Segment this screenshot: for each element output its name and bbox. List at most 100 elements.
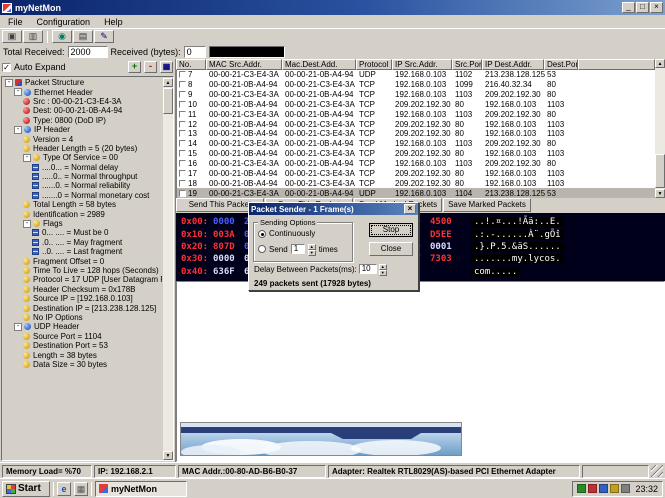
packet-mark-checkbox[interactable] (179, 111, 186, 118)
packet-row[interactable]: 1800-00-21-0B-A4-9400-00-21-C3-E4-3ATCP2… (177, 178, 655, 188)
scroll-up-icon[interactable]: ▲ (163, 78, 173, 87)
tree-item[interactable]: Source IP = [192.168.0.103] (4, 294, 162, 303)
collapse-expander-icon[interactable]: - (5, 79, 13, 87)
tree-item[interactable]: Src : 00-00-21-C3-E4-3A (4, 97, 162, 106)
packet-row[interactable]: 800-00-21-0B-A4-9400-00-21-C3-E4-3ATCP19… (177, 80, 655, 90)
packet-row[interactable]: 1700-00-21-0B-A4-9400-00-21-C3-E4-3ATCP2… (177, 168, 655, 178)
tree-item[interactable]: Dest: 00-00-21-0B-A4-94 (4, 106, 162, 115)
tree-item[interactable]: Destination Port = 53 (4, 341, 162, 350)
column-header-protocol[interactable]: Protocol (356, 59, 392, 70)
tray-icon-0[interactable] (577, 484, 586, 493)
packet-row[interactable]: 1100-00-21-C3-E4-3A00-00-21-0B-A4-94TCP1… (177, 109, 655, 119)
packet-mark-checkbox[interactable] (179, 81, 186, 88)
tree-item[interactable]: Header Length = 5 (20 bytes) (4, 144, 162, 153)
packet-mark-checkbox[interactable] (179, 71, 186, 78)
table-scroll-thumb[interactable] (655, 154, 665, 188)
scroll-down-icon[interactable]: ▼ (163, 451, 173, 460)
packet-row[interactable]: 1400-00-21-C3-E4-3A00-00-21-0B-A4-94TCP1… (177, 139, 655, 149)
tree-item[interactable]: Protocol = 17 UDP [User Datagram Protoco… (4, 275, 162, 284)
task-button-mynetmon[interactable]: myNetMon (95, 481, 187, 497)
packet-row[interactable]: 1300-00-21-0B-A4-9400-00-21-C3-E4-3ATCP2… (177, 129, 655, 139)
maximize-button[interactable]: □ (636, 2, 649, 13)
collapse-all-button[interactable]: - (144, 61, 157, 73)
column-header-src-port[interactable]: Src.Port (452, 59, 482, 70)
tree-item[interactable]: Destination IP = [213.238.128.125] (4, 303, 162, 312)
print-button[interactable]: ▤ (73, 30, 93, 43)
packet-row[interactable]: 700-00-21-C3-E4-3A00-00-21-0B-A4-94UDP19… (177, 70, 655, 80)
dialog-close-button[interactable]: Close (369, 242, 413, 256)
column-header-ip-dest-addr-[interactable]: IP Dest.Addr. (482, 59, 544, 70)
collapse-expander-icon[interactable]: - (14, 88, 22, 96)
packet-mark-checkbox[interactable] (179, 190, 186, 197)
minimize-button[interactable]: _ (622, 2, 635, 13)
send-times-radio[interactable] (258, 245, 266, 253)
collapse-expander-icon[interactable]: - (14, 323, 22, 331)
table-scrollbar[interactable]: ▲ ▼ (655, 59, 665, 198)
stop-button[interactable]: Stop (369, 223, 413, 237)
start-button[interactable]: Start (2, 481, 50, 497)
delay-spinner[interactable]: ▲▼ (379, 264, 387, 274)
collapse-expander-icon[interactable]: - (14, 126, 22, 134)
column-header-mac-src-addr-[interactable]: MAC Src.Addr. (206, 59, 282, 70)
tray-icon-4[interactable] (621, 484, 630, 493)
table-scroll-up-icon[interactable]: ▲ (655, 59, 665, 68)
grid-view-button[interactable]: ▦ (160, 61, 173, 73)
packet-mark-checkbox[interactable] (179, 121, 186, 128)
tree-item[interactable]: Fragment Offset = 0 (4, 256, 162, 265)
tree-item[interactable]: -Flags (4, 219, 162, 228)
packet-mark-checkbox[interactable] (179, 170, 186, 177)
quick-launch-browser-icon[interactable]: e (57, 482, 71, 496)
tree-item[interactable]: Time To Live = 128 hops (Seconds) (4, 266, 162, 275)
tree-item[interactable]: Version = 4 (4, 134, 162, 143)
send-times-spinner[interactable]: ▲▼ (308, 244, 316, 254)
column-header-dest-port[interactable]: Dest.Port (544, 59, 578, 70)
tree-item[interactable]: .......0 = Normal monetary cost (4, 191, 162, 200)
tree-item[interactable]: ......0. = Normal reliability (4, 181, 162, 190)
packet-detail-button[interactable]: ▥ (23, 30, 43, 43)
tree-scrollbar[interactable]: ▲ ▼ (163, 78, 173, 460)
column-header-no-[interactable]: No. (176, 59, 206, 70)
packet-row[interactable]: 1600-00-21-C3-E4-3A00-00-21-0B-A4-94TCP1… (177, 159, 655, 169)
tray-icon-3[interactable] (610, 484, 619, 493)
delay-input[interactable]: 10 (359, 264, 377, 274)
save-marked-packets-button[interactable]: Save Marked Packets (443, 198, 531, 212)
send-times-input[interactable]: 1 (291, 244, 305, 254)
tree-item[interactable]: -Packet Structure (4, 78, 162, 87)
tree-item[interactable]: -IP Header (4, 125, 162, 134)
tree-item[interactable]: Source Port = 1104 (4, 332, 162, 341)
table-scroll-down-icon[interactable]: ▼ (655, 189, 665, 198)
packet-mark-checkbox[interactable] (179, 140, 186, 147)
packet-mark-checkbox[interactable] (179, 101, 186, 108)
packet-row[interactable]: 1900-00-21-C3-E4-3A00-00-21-0B-A4-94UDP1… (177, 188, 655, 198)
tree-item[interactable]: Length = 38 bytes (4, 350, 162, 359)
packet-list-button[interactable]: ▣ (2, 30, 22, 43)
tree-item[interactable]: -Ethernet Header (4, 87, 162, 96)
tree-item[interactable]: Total Length = 58 bytes (4, 200, 162, 209)
tree-item[interactable]: Type: 0800 (DoD IP) (4, 116, 162, 125)
dialog-titlebar[interactable]: Packet Sender - 1 Frame(s) × (249, 203, 418, 215)
tree-item[interactable]: .0.. .... = May fragment (4, 238, 162, 247)
tree-scroll-thumb[interactable] (163, 88, 173, 114)
packet-mark-checkbox[interactable] (179, 130, 186, 137)
expand-all-button[interactable]: + (128, 61, 141, 73)
tree-item[interactable]: Identification = 2989 (4, 209, 162, 218)
menu-item-help[interactable]: Help (97, 16, 130, 28)
collapse-expander-icon[interactable]: - (23, 220, 31, 228)
dialog-close-icon[interactable]: × (404, 204, 416, 214)
tree-item[interactable]: -UDP Header (4, 322, 162, 331)
packet-mark-checkbox[interactable] (179, 150, 186, 157)
edit-packet-button[interactable]: ✎ (94, 30, 114, 43)
ad-banner[interactable] (180, 422, 462, 456)
packet-mark-checkbox[interactable] (179, 91, 186, 98)
tree-item[interactable]: Data Size = 30 bytes (4, 360, 162, 369)
packet-row[interactable]: 1500-00-21-0B-A4-9400-00-21-C3-E4-3ATCP2… (177, 149, 655, 159)
tree-item[interactable]: ....0... = Normal delay (4, 163, 162, 172)
tree-item[interactable]: ..0. .... = Last fragment (4, 247, 162, 256)
packet-row[interactable]: 900-00-21-C3-E4-3A00-00-21-0B-A4-94TCP19… (177, 90, 655, 100)
quick-launch-desktop-icon[interactable]: ▦ (74, 482, 88, 496)
continuously-radio[interactable] (258, 230, 266, 238)
packet-mark-checkbox[interactable] (179, 160, 186, 167)
start-capture-button[interactable]: ◉ (52, 30, 72, 43)
menu-item-configuration[interactable]: Configuration (30, 16, 98, 28)
column-header-mac-dest-add-[interactable]: Mac.Dest.Add. (282, 59, 356, 70)
